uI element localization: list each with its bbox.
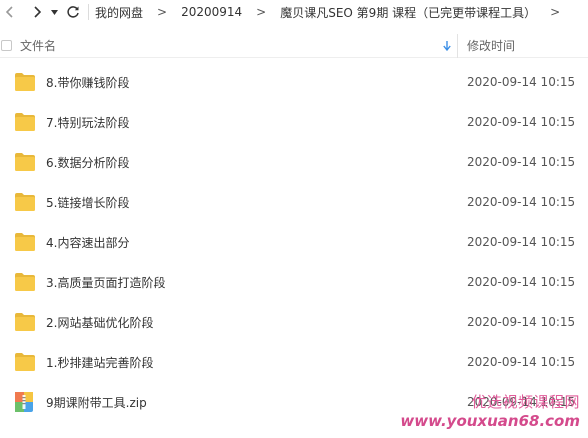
folder-icon <box>15 113 35 131</box>
zip-file-icon <box>15 392 33 412</box>
file-list: 8.带你赚钱阶段 2020-09-14 10:15 7.特别玩法阶段 2020-… <box>0 62 588 422</box>
file-modified-time: 2020-09-14 10:15 <box>467 355 576 369</box>
column-header-name[interactable]: 文件名 <box>20 37 56 54</box>
list-item[interactable]: 7.特别玩法阶段 2020-09-14 10:15 <box>0 102 588 142</box>
breadcrumb-current[interactable]: 魔贝课凡SEO 第9期 课程（已完更带课程工具） <box>280 4 536 21</box>
file-modified-time: 2020-09-14 10:15 <box>467 275 576 289</box>
file-modified-time: 2020-09-14 10:15 <box>467 315 576 329</box>
refresh-button[interactable] <box>62 0 84 24</box>
list-item[interactable]: 5.链接增长阶段 2020-09-14 10:15 <box>0 182 588 222</box>
breadcrumb-separator: > <box>256 5 267 19</box>
file-modified-time: 2020-09-14 10:15 <box>467 155 576 169</box>
file-name[interactable]: 7.特别玩法阶段 <box>46 114 129 131</box>
file-modified-time: 2020-09-14 10:15 <box>467 235 576 249</box>
history-dropdown-button[interactable] <box>48 0 60 24</box>
breadcrumb-separator: > <box>157 5 168 19</box>
breadcrumb-folder[interactable]: 20200914 <box>181 5 242 19</box>
chevron-left-icon <box>6 6 13 18</box>
file-name[interactable]: 4.内容速出部分 <box>46 234 129 251</box>
caret-down-icon <box>50 9 58 15</box>
chevron-right-icon <box>34 6 41 18</box>
list-item[interactable]: 4.内容速出部分 2020-09-14 10:15 <box>0 222 588 262</box>
list-item[interactable]: 1.秒排建站完善阶段 2020-09-14 10:15 <box>0 342 588 382</box>
list-item[interactable]: 8.带你赚钱阶段 2020-09-14 10:15 <box>0 62 588 102</box>
file-list-header: 文件名 修改时间 <box>0 34 588 58</box>
navigation-bar: 我的网盘 > 20200914 > 魔贝课凡SEO 第9期 课程（已完更带课程工… <box>0 0 588 24</box>
file-name[interactable]: 6.数据分析阶段 <box>46 154 129 171</box>
list-item[interactable]: 3.高质量页面打造阶段 2020-09-14 10:15 <box>0 262 588 302</box>
column-header-modified[interactable]: 修改时间 <box>467 37 515 54</box>
folder-icon <box>15 353 35 371</box>
file-name[interactable]: 3.高质量页面打造阶段 <box>46 274 165 291</box>
file-modified-time: 2020-09-14 10:15 <box>467 75 576 89</box>
refresh-icon <box>67 6 79 18</box>
folder-icon <box>15 153 35 171</box>
file-name[interactable]: 8.带你赚钱阶段 <box>46 74 129 91</box>
file-modified-time: 2020-09-14 10:15 <box>467 395 576 409</box>
folder-icon <box>15 193 35 211</box>
folder-icon <box>15 273 35 291</box>
folder-icon <box>15 233 35 251</box>
breadcrumb-separator: > <box>550 5 561 19</box>
file-name[interactable]: 2.网站基础优化阶段 <box>46 314 153 331</box>
file-name[interactable]: 9期课附带工具.zip <box>46 394 147 411</box>
list-item[interactable]: 6.数据分析阶段 2020-09-14 10:15 <box>0 142 588 182</box>
breadcrumb-root[interactable]: 我的网盘 <box>95 4 143 21</box>
list-item[interactable]: 2.网站基础优化阶段 2020-09-14 10:15 <box>0 302 588 342</box>
folder-icon <box>15 313 35 331</box>
folder-icon <box>15 73 35 91</box>
sort-arrow-down-icon[interactable] <box>443 41 451 51</box>
forward-button[interactable] <box>26 0 48 24</box>
file-modified-time: 2020-09-14 10:15 <box>467 115 576 129</box>
file-name[interactable]: 5.链接增长阶段 <box>46 194 129 211</box>
file-modified-time: 2020-09-14 10:15 <box>467 195 576 209</box>
list-item[interactable]: 9期课附带工具.zip 2020-09-14 10:15 <box>0 382 588 422</box>
column-divider[interactable] <box>457 34 458 58</box>
back-button[interactable] <box>0 0 20 24</box>
select-all-checkbox[interactable] <box>1 40 12 51</box>
nav-divider <box>88 4 89 20</box>
file-name[interactable]: 1.秒排建站完善阶段 <box>46 354 153 371</box>
